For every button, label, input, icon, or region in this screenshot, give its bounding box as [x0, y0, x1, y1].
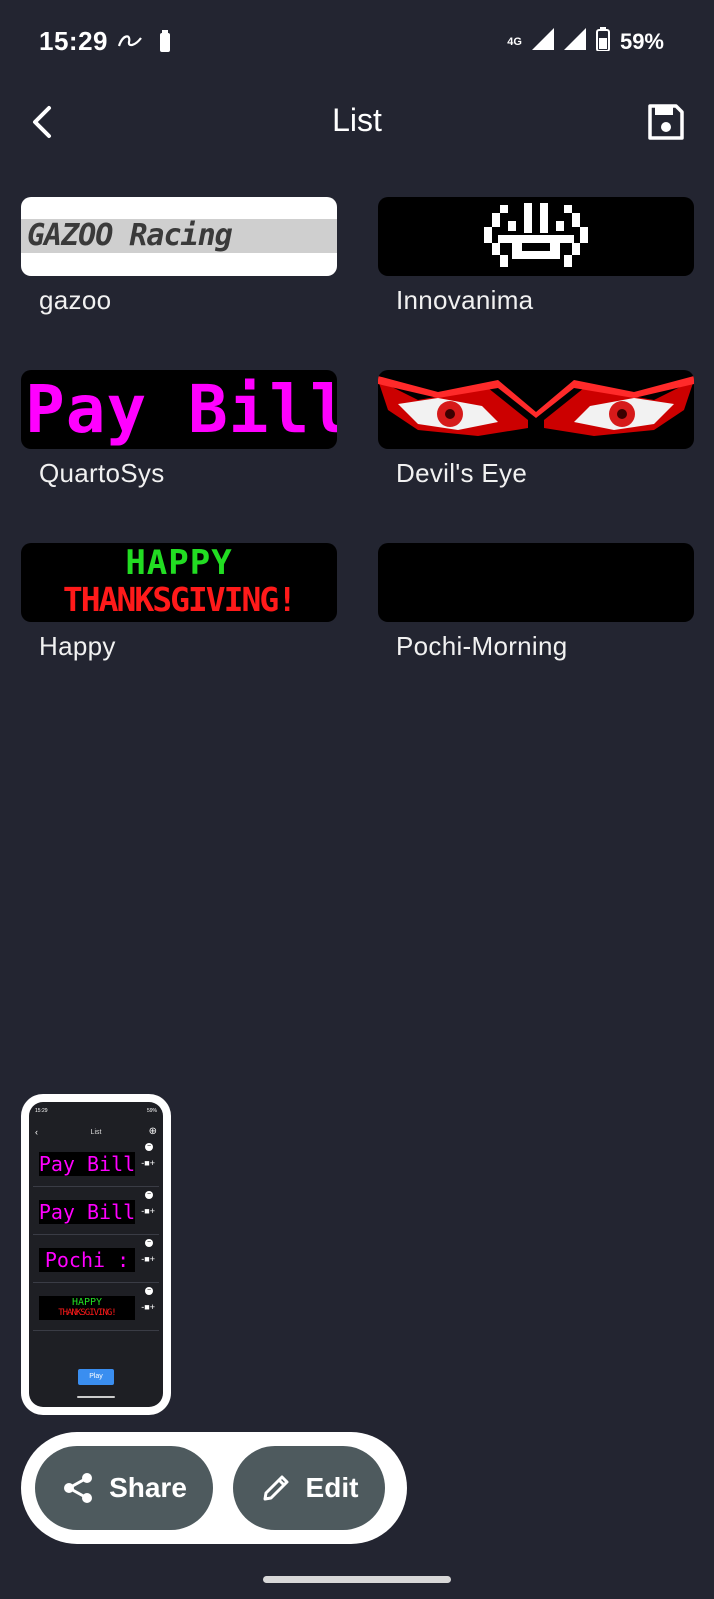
item-label: QuartoSys: [39, 458, 165, 488]
home-indicator[interactable]: [263, 1576, 451, 1583]
preview-screen: 15:29 59% ‹ List ⊕ − Pay Bill -■+ − Pay B…: [29, 1102, 163, 1407]
signal-icon: [531, 28, 554, 56]
network-4g-icon: 4G: [507, 36, 522, 48]
banner-thumbnail[interactable]: GAZOO Racing: [21, 197, 337, 276]
share-button[interactable]: Share: [35, 1446, 213, 1530]
banner-thumbnail[interactable]: Pochi :: [378, 543, 694, 622]
action-bar: Share Edit: [21, 1432, 407, 1544]
banner-text: Pay Bill: [25, 371, 337, 448]
preview-battery: 59%: [146, 1108, 157, 1114]
assistant-icon: [117, 32, 145, 55]
stepper-icon: -■+: [141, 1302, 155, 1312]
preview-play-button: Play: [78, 1369, 114, 1385]
preview-row: − Pay Bill -■+: [33, 1140, 159, 1187]
preview-card[interactable]: 15:29 59% ‹ List ⊕ − Pay Bill -■+ − Pay B…: [21, 1094, 171, 1415]
share-label: Share: [109, 1472, 187, 1503]
preview-add-icon: ⊕: [148, 1126, 157, 1137]
share-icon: [64, 1473, 93, 1503]
banner-thumbnail[interactable]: HAPPY THANKSGIVING!: [21, 543, 337, 622]
list-item-gazoo[interactable]: GAZOO Racing gazoo: [21, 197, 337, 327]
battery-small-icon: [159, 30, 171, 57]
banner-text: GAZOO Racing: [27, 219, 233, 253]
list-item-innovanima[interactable]: Innovanima: [378, 197, 694, 327]
stepper-icon: -■+: [141, 1206, 155, 1216]
stepper-icon: -■+: [141, 1158, 155, 1168]
list-item-devils-eye[interactable]: Devil's Eye: [378, 370, 694, 500]
preview-row: − Pochi : -■+: [33, 1236, 159, 1283]
preview-banner-text: Pay Bill: [38, 1200, 136, 1224]
minus-icon: −: [145, 1287, 153, 1295]
battery-percent: 59%: [619, 29, 664, 54]
preview-home-indicator: [77, 1396, 115, 1398]
innovanima-logo-icon: [484, 203, 588, 267]
floppy-disk-icon: [648, 104, 684, 140]
edit-label: Edit: [305, 1472, 359, 1503]
signal-icon-2: [563, 28, 586, 56]
item-label: Happy: [39, 631, 116, 661]
preview-row: − Pay Bill -■+: [33, 1188, 159, 1235]
preview-banner-text: Pay Bill: [38, 1152, 136, 1176]
banner-text: Pochi :: [382, 543, 694, 622]
preview-banner-line-1: HAPPY: [71, 1297, 103, 1308]
minus-icon: −: [145, 1143, 153, 1151]
stepper-icon: -■+: [141, 1254, 155, 1264]
preview-row: − HAPPY THANKSGIVING! -■+: [33, 1284, 159, 1331]
status-bar: 15:29 4G 59%: [0, 0, 714, 82]
preview-time: 15:29: [35, 1108, 48, 1114]
item-label: Innovanima: [396, 285, 534, 315]
banner-thumbnail[interactable]: [378, 370, 694, 449]
preview-banner-text: Pochi :: [44, 1248, 130, 1272]
item-label: gazoo: [39, 285, 112, 315]
app-bar: List: [0, 92, 714, 152]
save-button[interactable]: [644, 100, 688, 144]
list-item-happy[interactable]: HAPPY THANKSGIVING! Happy: [21, 543, 337, 673]
item-label: Devil's Eye: [396, 458, 528, 488]
devil-eyes-icon: [378, 376, 694, 436]
banner-thumbnail[interactable]: [378, 197, 694, 276]
edit-button[interactable]: Edit: [233, 1446, 385, 1530]
status-time: 15:29: [39, 26, 108, 56]
minus-icon: −: [145, 1239, 153, 1247]
minus-icon: −: [145, 1191, 153, 1199]
list-item-pochi-morning[interactable]: Pochi : Pochi-Morning: [378, 543, 694, 673]
banner-line-2: THANKSGIVING!: [62, 580, 297, 619]
banner-thumbnail[interactable]: Pay Bill: [21, 370, 337, 449]
battery-icon: [595, 27, 610, 57]
item-label: Pochi-Morning: [396, 631, 568, 661]
network-label: 4G: [507, 36, 522, 48]
preview-banner-line-2: THANKSGIVING!: [58, 1308, 116, 1318]
preview-title: List: [90, 1129, 102, 1136]
pencil-icon: [263, 1475, 289, 1501]
page-title: List: [332, 102, 382, 138]
banner-line-1: HAPPY: [125, 543, 233, 583]
list-item-quartosys[interactable]: Pay Bill QuartoSys: [21, 370, 337, 500]
